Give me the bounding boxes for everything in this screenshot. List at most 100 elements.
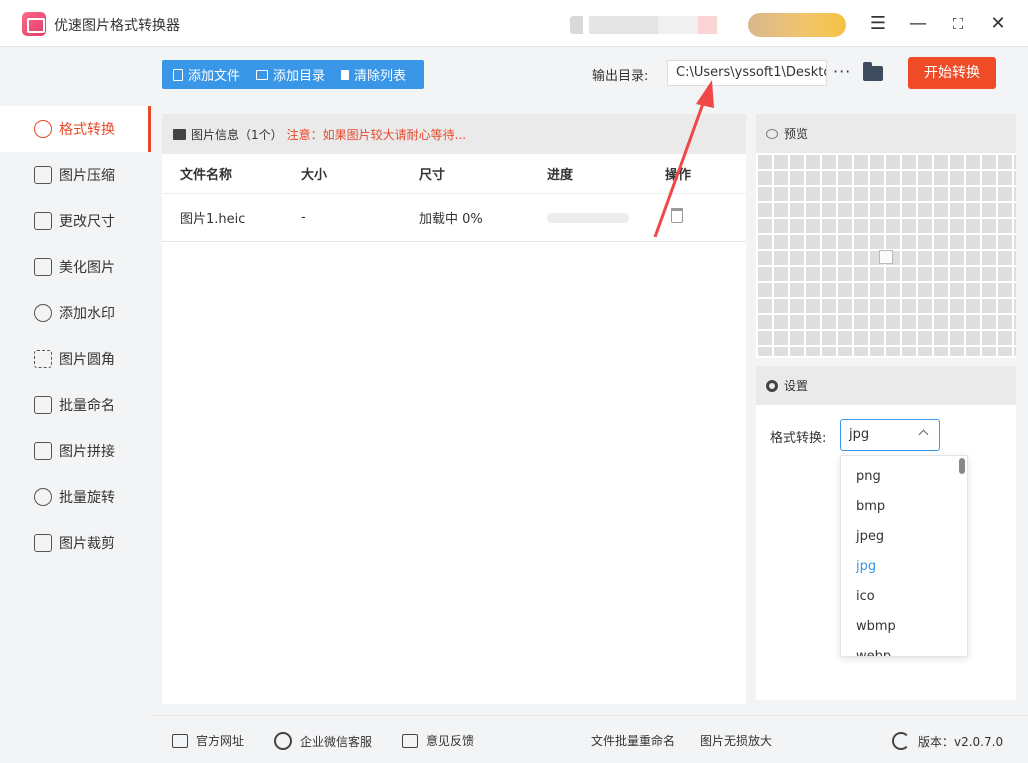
- table-row[interactable]: 图片1.heic - 加载中 0%: [162, 194, 746, 242]
- sidebar-item-beautify[interactable]: 美化图片: [0, 244, 151, 290]
- preview-grid-cell: [806, 347, 820, 356]
- format-option[interactable]: wbmp: [856, 619, 896, 634]
- preview-grid-cell: [886, 187, 900, 201]
- format-option-selected[interactable]: jpg: [856, 559, 876, 574]
- preview-grid-cell: [998, 283, 1012, 297]
- feedback-link[interactable]: 意见反馈: [402, 732, 474, 749]
- preview-grid-cell: [1014, 219, 1016, 233]
- preview-grid-cell: [774, 187, 788, 201]
- preview-grid-cell: [758, 251, 772, 265]
- preview-grid-cell: [998, 251, 1012, 265]
- lossless-enlarge-link[interactable]: 图片无损放大: [700, 732, 772, 749]
- preview-grid-cell: [854, 171, 868, 185]
- watermark-icon: [34, 304, 52, 322]
- title-bar: 优速图片格式转换器 ☰ — ⛶ ✕: [0, 0, 1028, 47]
- sidebar: 格式转换 图片压缩 更改尺寸 美化图片 添加水印 图片圆角 批量命名 图片拼接 …: [0, 48, 151, 715]
- format-option[interactable]: jpeg: [856, 529, 884, 544]
- broken-image-icon: [879, 250, 893, 264]
- preview-grid-cell: [838, 267, 852, 281]
- preview-grid-cell: [758, 331, 772, 345]
- preview-grid-cell: [966, 315, 980, 329]
- sidebar-item-resize[interactable]: 更改尺寸: [0, 198, 151, 244]
- preview-grid-cell: [806, 171, 820, 185]
- close-button[interactable]: ✕: [986, 12, 1010, 36]
- dropdown-scrollbar[interactable]: [959, 458, 965, 474]
- sidebar-item-crop[interactable]: 图片裁剪: [0, 520, 151, 566]
- preview-grid-cell: [982, 315, 996, 329]
- minimize-button[interactable]: —: [906, 12, 930, 36]
- preview-grid-cell: [950, 171, 964, 185]
- preview-grid-cell: [790, 347, 804, 356]
- preview-grid-cell: [918, 203, 932, 217]
- sidebar-item-format-convert[interactable]: 格式转换: [0, 106, 151, 152]
- sidebar-item-label: 图片圆角: [59, 352, 115, 368]
- blurred-vip-badge[interactable]: [748, 13, 846, 37]
- refresh-icon: [892, 732, 910, 750]
- preview-panel: 预览: [756, 114, 1016, 358]
- format-option[interactable]: png: [856, 469, 881, 484]
- preview-grid-cell: [806, 267, 820, 281]
- preview-grid-cell: [790, 171, 804, 185]
- preview-grid-cell: [790, 283, 804, 297]
- preview-grid-cell: [822, 155, 836, 169]
- clear-list-button[interactable]: 清除列表: [341, 65, 406, 84]
- preview-grid-cell: [886, 331, 900, 345]
- preview-grid-cell: [934, 315, 948, 329]
- preview-grid-cell: [822, 203, 836, 217]
- maximize-button[interactable]: ⛶: [946, 12, 970, 36]
- preview-grid-cell: [886, 203, 900, 217]
- preview-grid-cell: [1014, 203, 1016, 217]
- preview-grid-cell: [966, 299, 980, 313]
- preview-grid-cell: [870, 299, 884, 313]
- sidebar-item-compress[interactable]: 图片压缩: [0, 152, 151, 198]
- preview-grid-cell: [950, 155, 964, 169]
- trash-icon: [341, 69, 350, 80]
- output-dir-input[interactable]: C:\Users\yssoft1\Desktop: [667, 60, 827, 86]
- sidebar-item-watermark[interactable]: 添加水印: [0, 290, 151, 336]
- website-icon: [172, 733, 188, 748]
- batch-rename-link[interactable]: 文件批量重命名: [591, 732, 675, 749]
- preview-grid-cell: [838, 203, 852, 217]
- preview-grid-cell: [790, 267, 804, 281]
- sidebar-item-rename[interactable]: 批量命名: [0, 382, 151, 428]
- preview-grid-cell: [982, 219, 996, 233]
- add-folder-button[interactable]: 添加目录: [256, 65, 325, 84]
- more-options-button[interactable]: ···: [833, 62, 851, 81]
- delete-icon[interactable]: [671, 208, 683, 223]
- preview-grid-cell: [806, 219, 820, 233]
- settings-header: 设置: [756, 366, 1016, 405]
- preview-grid-cell: [806, 315, 820, 329]
- sidebar-item-stitch[interactable]: 图片拼接: [0, 428, 151, 474]
- format-option[interactable]: webp: [856, 649, 891, 656]
- preview-grid-cell: [918, 235, 932, 249]
- preview-grid-cell: [966, 155, 980, 169]
- preview-grid-cell: [822, 299, 836, 313]
- preview-grid-cell: [758, 155, 772, 169]
- sidebar-item-rotate[interactable]: 批量旋转: [0, 474, 151, 520]
- preview-grid-cell: [870, 187, 884, 201]
- preview-grid-cell: [1014, 331, 1016, 345]
- sidebar-item-round-corner[interactable]: 图片圆角: [0, 336, 151, 382]
- add-file-button[interactable]: 添加文件: [173, 65, 240, 84]
- website-link[interactable]: 官方网址: [172, 732, 244, 749]
- preview-grid-cell: [806, 299, 820, 313]
- preview-grid-cell: [758, 347, 772, 356]
- version-info[interactable]: 版本：v2.0.7.0: [892, 732, 1003, 750]
- start-convert-button[interactable]: 开始转换: [908, 57, 996, 89]
- format-option[interactable]: ico: [856, 589, 875, 604]
- preview-grid-cell: [774, 171, 788, 185]
- preview-grid-cell: [966, 203, 980, 217]
- preview-grid-cell: [918, 283, 932, 297]
- preview-grid-cell: [918, 155, 932, 169]
- preview-grid-cell: [966, 235, 980, 249]
- preview-grid-cell: [934, 171, 948, 185]
- wechat-service-link[interactable]: 企业微信客服: [274, 732, 372, 750]
- preview-grid-cell: [950, 219, 964, 233]
- format-option[interactable]: bmp: [856, 499, 885, 514]
- menu-icon[interactable]: ☰: [866, 12, 890, 36]
- open-folder-icon[interactable]: [863, 62, 883, 81]
- preview-grid-cell: [758, 203, 772, 217]
- preview-grid-cell: [950, 299, 964, 313]
- preview-grid-cell: [806, 235, 820, 249]
- format-select[interactable]: jpg: [840, 419, 940, 451]
